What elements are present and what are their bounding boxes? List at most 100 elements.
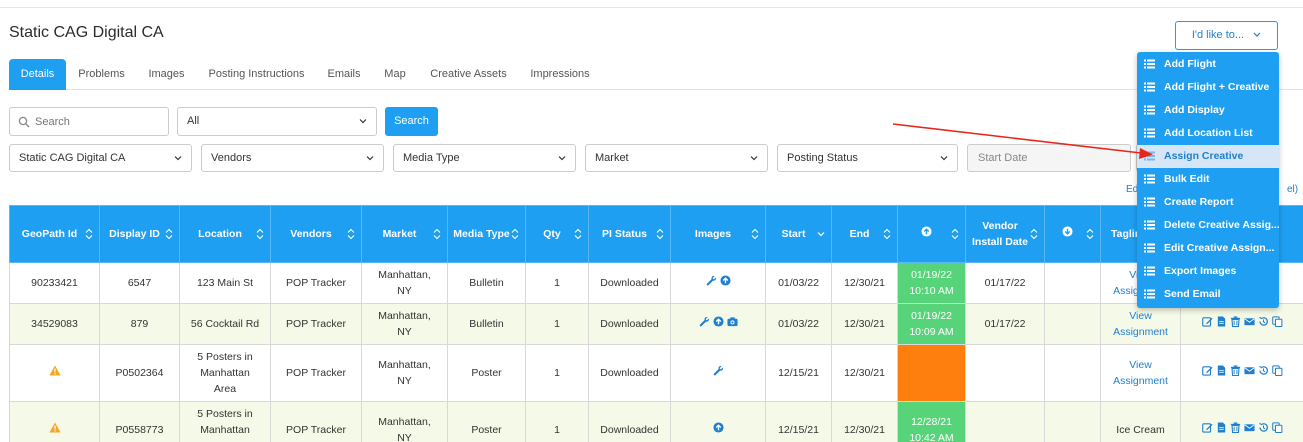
tab-posting-instructions[interactable]: Posting Instructions xyxy=(203,59,310,90)
menu-item-send-email[interactable]: Send Email xyxy=(1137,283,1279,306)
cell-location: 56 Cocktail Rd xyxy=(179,303,271,345)
sort-icon xyxy=(511,228,519,240)
search-scope-select[interactable]: All xyxy=(177,107,377,136)
view-assignment-link[interactable]: View Assignment xyxy=(1113,310,1168,338)
top-divider xyxy=(0,7,1303,8)
menu-item-label: Export Images xyxy=(1164,265,1237,277)
tab-impressions[interactable]: Impressions xyxy=(524,59,596,90)
cell-vendor: POP Tracker xyxy=(270,344,362,402)
cell-download xyxy=(1044,401,1101,442)
tab-problems[interactable]: Problems xyxy=(73,59,130,90)
cell-images xyxy=(670,344,766,402)
sort-desc-icon xyxy=(817,232,825,237)
cell-pi-status: Downloaded xyxy=(588,303,671,345)
table-row[interactable]: P0502364 5 Posters in Manhattan Area POP… xyxy=(9,344,1303,402)
menu-item-add-flight-creative[interactable]: Add Flight + Creative xyxy=(1137,76,1279,99)
table-row[interactable]: 34529083 879 56 Cocktail Rd POP Tracker … xyxy=(9,303,1303,345)
copy-icon[interactable] xyxy=(1271,422,1283,433)
trash-icon[interactable] xyxy=(1230,316,1241,327)
menu-item-label: Add Flight + Creative xyxy=(1164,81,1270,93)
col-upload-status[interactable] xyxy=(897,205,966,263)
col-market[interactable]: Market xyxy=(361,205,448,263)
status-date: 01/19/22 xyxy=(911,310,952,322)
tab-creative-assets[interactable]: Creative Assets xyxy=(425,59,512,90)
vendors-select[interactable]: Vendors xyxy=(201,144,384,172)
history-icon[interactable] xyxy=(1258,316,1269,327)
copy-icon[interactable] xyxy=(1271,365,1283,376)
tab-map[interactable]: Map xyxy=(380,59,410,90)
list-icon xyxy=(1144,174,1155,184)
menu-item-delete-creative-assignment[interactable]: Delete Creative Assig... xyxy=(1137,214,1279,237)
id-like-to-dropdown[interactable]: I'd like to... xyxy=(1175,21,1278,50)
search-button[interactable]: Search xyxy=(385,107,438,136)
col-qty[interactable]: Qty xyxy=(525,205,589,263)
cell-display-id: 879 xyxy=(99,303,180,345)
menu-item-add-flight[interactable]: Add Flight xyxy=(1137,53,1279,76)
menu-item-label: Add Flight xyxy=(1164,58,1216,70)
menu-item-create-report[interactable]: Create Report xyxy=(1137,191,1279,214)
cell-install-date: 01/17/22 xyxy=(965,303,1045,345)
document-icon[interactable] xyxy=(1216,365,1227,376)
cell-actions xyxy=(1180,401,1303,442)
market-select[interactable]: Market xyxy=(585,144,768,172)
media-type-select[interactable]: Media Type xyxy=(393,144,576,172)
col-download-status[interactable] xyxy=(1044,205,1101,263)
list-icon xyxy=(1144,266,1155,276)
menu-item-assign-creative[interactable]: Assign Creative xyxy=(1137,145,1279,168)
trash-icon[interactable] xyxy=(1230,422,1241,433)
table-row[interactable]: P0558773 5 Posters in Manhattan Area POP… xyxy=(9,401,1303,442)
tab-images[interactable]: Images xyxy=(144,59,189,90)
wrench-icon[interactable] xyxy=(706,275,717,286)
menu-item-edit-creative-assignment[interactable]: Edit Creative Assign... xyxy=(1137,237,1279,260)
cell-download xyxy=(1044,344,1101,402)
cell-end: 12/30/21 xyxy=(831,401,898,442)
document-icon[interactable] xyxy=(1216,316,1227,327)
col-pi-status[interactable]: PI Status xyxy=(588,205,671,263)
col-media-type[interactable]: Media Type xyxy=(447,205,526,263)
col-display-id[interactable]: Display ID xyxy=(99,205,180,263)
upload-circle-icon[interactable] xyxy=(712,422,724,433)
cell-vendor: POP Tracker xyxy=(270,262,362,304)
history-icon[interactable] xyxy=(1258,422,1269,433)
posting-status-select[interactable]: Posting Status xyxy=(777,144,958,172)
envelope-icon[interactable] xyxy=(1243,365,1255,376)
menu-item-add-display[interactable]: Add Display xyxy=(1137,99,1279,122)
col-location[interactable]: Location xyxy=(179,205,271,263)
wrench-icon[interactable] xyxy=(713,365,724,376)
col-end[interactable]: End xyxy=(831,205,898,263)
view-assignment-link[interactable]: View Assignment xyxy=(1113,359,1168,387)
col-start[interactable]: Start xyxy=(765,205,832,263)
search-input[interactable] xyxy=(35,113,165,131)
table-row[interactable]: 90233421 6547 123 Main St POP Tracker Ma… xyxy=(9,262,1303,304)
edit-icon[interactable] xyxy=(1201,316,1213,327)
copy-icon[interactable] xyxy=(1271,316,1283,327)
document-icon[interactable] xyxy=(1216,422,1227,433)
cell-display-id: P0502364 xyxy=(99,344,180,402)
start-date-input[interactable]: Start Date xyxy=(967,144,1131,172)
camera-icon[interactable] xyxy=(726,316,738,327)
edit-icon[interactable] xyxy=(1201,422,1213,433)
col-vendor-install-date[interactable]: Vendor Install Date xyxy=(965,205,1045,263)
edit-icon[interactable] xyxy=(1201,365,1213,376)
history-icon[interactable] xyxy=(1258,365,1269,376)
envelope-icon[interactable] xyxy=(1243,316,1255,327)
tab-details[interactable]: Details xyxy=(9,59,66,90)
upload-circle-icon[interactable] xyxy=(719,275,731,286)
trash-icon[interactable] xyxy=(1230,365,1241,376)
upload-circle-icon[interactable] xyxy=(712,316,724,327)
menu-item-add-location-list[interactable]: Add Location List xyxy=(1137,122,1279,145)
envelope-icon[interactable] xyxy=(1243,422,1255,433)
tab-bar: Details Problems Images Posting Instruct… xyxy=(9,59,1303,90)
menu-item-export-images[interactable]: Export Images xyxy=(1137,260,1279,283)
tab-emails[interactable]: Emails xyxy=(323,59,365,90)
col-geopath-id[interactable]: GeoPath Id xyxy=(9,205,100,263)
chevron-down-icon xyxy=(1253,32,1261,37)
campaign-select[interactable]: Static CAG Digital CA xyxy=(9,144,192,172)
cell-market: Manhattan, NY xyxy=(361,303,448,345)
col-images[interactable]: Images xyxy=(670,205,766,263)
col-vendors[interactable]: Vendors xyxy=(270,205,362,263)
menu-item-bulk-edit[interactable]: Bulk Edit xyxy=(1137,168,1279,191)
edit-columns-link-tail[interactable]: el) xyxy=(1287,184,1298,195)
status-time: 10:42 AM xyxy=(909,432,954,442)
wrench-icon[interactable] xyxy=(699,316,710,327)
